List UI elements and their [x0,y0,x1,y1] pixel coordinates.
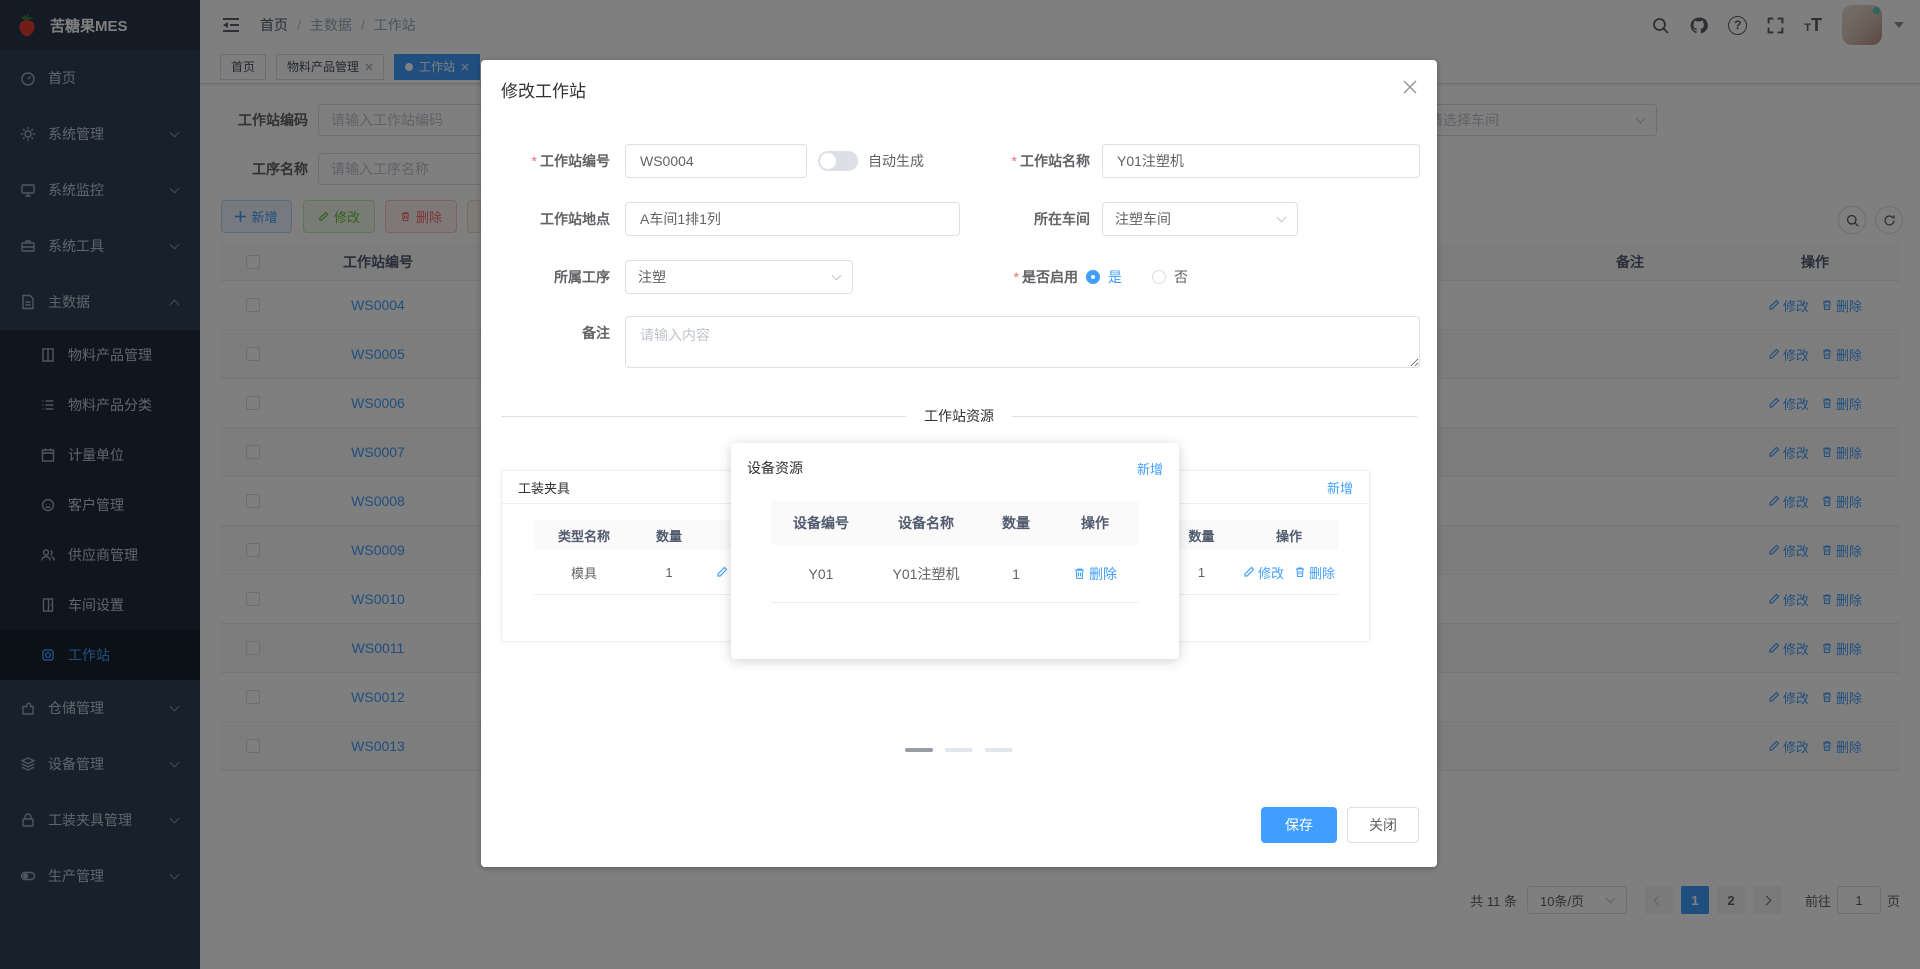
station-code-field[interactable] [625,144,807,178]
device-delete-link[interactable]: 删除 [1073,564,1117,584]
section-title: 工作站资源 [906,406,1012,426]
device-card-title: 设备资源 [747,460,803,476]
station-location-field-label: 工作站地点 [540,211,610,227]
enable-no-radio[interactable]: 否 [1152,260,1188,294]
pencil-icon [1244,566,1255,577]
enable-field-label: 是否启用 [910,260,1078,294]
fixture-card-title: 工装夹具 [518,480,571,496]
dialog-close-icon[interactable] [1403,80,1417,94]
radio-unchecked-icon [1152,270,1166,284]
carousel-indicator-1[interactable] [905,748,933,752]
enable-yes-radio[interactable]: 是 [1086,260,1122,294]
pencil-icon [717,566,728,577]
save-button[interactable]: 保存 [1261,807,1337,843]
auto-generate-switch[interactable] [818,151,858,171]
process-field-select[interactable]: 注塑 [625,260,853,294]
remark-field-label: 备注 [582,325,610,341]
station-name-field-label: 工作站名称 [910,144,1090,178]
device-resource-card: 设备资源 新增 设备编号 设备名称 数量 操作 Y01 Y01注塑机 1 删除 [731,443,1179,659]
station-name-field[interactable] [1102,144,1420,178]
trash-icon [1075,568,1084,579]
side-delete-link[interactable]: 删除 [1294,563,1335,582]
device-card-add-link[interactable]: 新增 [1137,459,1163,478]
device-table-row: Y01 Y01注塑机 1 删除 [771,545,1139,603]
chevron-down-icon [831,270,842,281]
device-table-header: 设备编号 设备名称 数量 操作 [771,501,1139,545]
station-code-field-label: 工作站编号 [481,144,610,178]
side-card-add-link[interactable]: 新增 [1327,478,1353,497]
radio-checked-icon [1086,270,1100,284]
edit-workstation-dialog: 修改工作站 工作站编号 自动生成 工作站名称 工作站地点 所在车间 注塑车间 所… [481,60,1437,867]
trash-icon [1296,567,1304,577]
carousel-indicator-3[interactable] [985,748,1013,752]
screen: 苦糖果MES 首页 系统管理 系统监控 系统工具 主数据 [0,0,1920,969]
remark-field[interactable] [625,316,1420,368]
carousel-indicator-2[interactable] [945,748,973,752]
switch-knob [820,153,836,169]
process-field-label: 所属工序 [554,269,610,285]
chevron-down-icon [1276,212,1287,223]
carousel-indicators [481,748,1437,752]
workshop-field-label: 所在车间 [1034,211,1090,227]
close-button[interactable]: 关闭 [1347,807,1419,843]
workshop-field-select[interactable]: 注塑车间 [1102,202,1298,236]
side-edit-link[interactable]: 修改 [1243,563,1284,582]
dialog-title: 修改工作站 [501,82,586,101]
